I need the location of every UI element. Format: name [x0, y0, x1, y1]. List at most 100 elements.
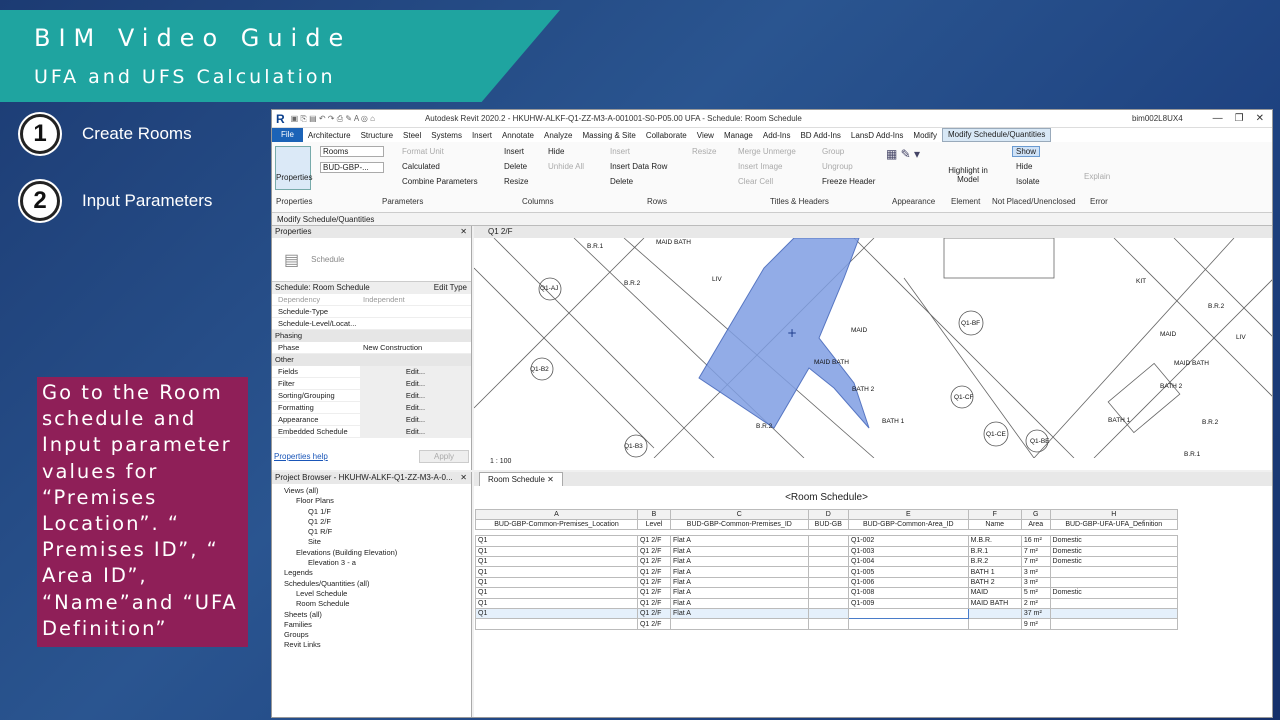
phasing-group[interactable]: Phasing	[272, 330, 471, 342]
table-cell[interactable]: Q1 2/F	[636, 556, 672, 568]
table-cell[interactable]: Flat A	[670, 597, 809, 610]
table-row[interactable]: Q1 Q1 2/F Flat A Q1-009 MAID BATH 2 m²	[475, 597, 1179, 610]
merge-button[interactable]: Merge Unmerge	[738, 147, 796, 156]
type-selector[interactable]: ▤ Schedule	[272, 238, 471, 282]
schedule-tab[interactable]: Room Schedule ✕	[479, 472, 563, 486]
column-header[interactable]: Area	[1020, 518, 1051, 531]
ungroup-button[interactable]: Ungroup	[822, 162, 853, 171]
group-button[interactable]: Group	[822, 147, 844, 156]
user-name[interactable]: bim002L8UX4	[1132, 114, 1183, 123]
edit-button[interactable]: Edit...	[360, 366, 471, 377]
unhide-all-button[interactable]: Unhide All	[548, 162, 584, 171]
table-cell[interactable]: Q1	[475, 535, 638, 547]
property-value[interactable]	[360, 318, 471, 329]
table-cell[interactable]: MAID	[967, 587, 1022, 599]
insert-data-row-button[interactable]: Insert Data Row	[610, 162, 667, 171]
browser-item[interactable]: Schedules/Quantities (all)	[272, 579, 471, 589]
table-cell[interactable]: Flat A	[670, 556, 809, 568]
column-header[interactable]: BUD-GBP-Common-Premises_ID	[670, 518, 809, 531]
insert-row-button[interactable]: Insert	[610, 147, 630, 156]
table-cell[interactable]	[807, 535, 849, 547]
insert-image-button[interactable]: Insert Image	[738, 162, 782, 171]
ribbon-tab[interactable]: Steel	[398, 131, 426, 140]
resize-row-button[interactable]: Resize	[692, 147, 716, 156]
parameter-select[interactable]: BUD-GBP-...	[320, 162, 384, 173]
browser-item[interactable]: Q1 2/F	[272, 517, 471, 527]
table-cell[interactable]	[967, 607, 1022, 620]
table-cell[interactable]: Q1	[475, 607, 638, 620]
table-cell[interactable]	[670, 618, 809, 630]
format-unit-button[interactable]: Format Unit	[402, 147, 444, 156]
explain-button[interactable]: Explain	[1084, 172, 1110, 181]
table-cell[interactable]	[847, 607, 969, 620]
table-cell[interactable]	[1049, 576, 1179, 589]
table-cell[interactable]: BATH 2	[967, 576, 1022, 589]
edit-type-button[interactable]: Edit Type	[434, 282, 467, 294]
ribbon-tab[interactable]: Manage	[719, 131, 758, 140]
ribbon-tab[interactable]: File	[272, 128, 303, 142]
table-cell[interactable]: Flat A	[670, 535, 809, 547]
browser-item[interactable]: Level Schedule	[272, 589, 471, 599]
ribbon-tab[interactable]: Modify	[908, 131, 942, 140]
room-schedule-table[interactable]: <Room Schedule> ABCDEFGH BUD-GBP-Common-…	[475, 487, 1179, 630]
table-cell[interactable]: Domestic	[1049, 556, 1179, 568]
table-cell[interactable]: Flat A	[670, 545, 809, 558]
table-cell[interactable]: Q1 2/F	[636, 597, 672, 610]
edit-button[interactable]: Edit...	[360, 426, 471, 437]
browser-item[interactable]: Q1 R/F	[272, 527, 471, 537]
table-cell[interactable]	[807, 597, 849, 610]
column-header[interactable]: BUD-GBP-UFA-UFA_Definition	[1049, 518, 1179, 531]
table-cell[interactable]: Q1	[475, 587, 638, 599]
column-letter[interactable]: H	[1049, 508, 1179, 520]
highlight-in-model-button[interactable]: Highlight in Model	[948, 166, 988, 184]
edit-button[interactable]: Edit...	[360, 402, 471, 413]
column-letter[interactable]: D	[807, 508, 849, 520]
table-cell[interactable]: Q1-005	[847, 566, 969, 578]
properties-help-link[interactable]: Properties help	[274, 452, 328, 461]
table-cell[interactable]: 7 m²	[1020, 545, 1051, 558]
table-cell[interactable]: 16 m²	[1020, 535, 1051, 547]
table-cell[interactable]: Q1	[475, 566, 638, 578]
table-cell[interactable]: Q1	[475, 545, 638, 558]
table-cell[interactable]	[807, 576, 849, 589]
ribbon-tab[interactable]: Insert	[467, 131, 497, 140]
clear-cell-button[interactable]: Clear Cell	[738, 177, 773, 186]
table-cell[interactable]: MAID BATH	[967, 597, 1022, 610]
table-cell[interactable]	[1049, 597, 1179, 610]
table-cell[interactable]: 2 m²	[1020, 597, 1051, 610]
table-cell[interactable]: Q1-002	[847, 535, 969, 547]
show-button[interactable]: Show	[1012, 146, 1041, 157]
table-cell[interactable]: Q1 2/F	[636, 618, 672, 630]
quick-access-toolbar[interactable]: ▣ ⎘ ▤ ↶ ↷ ⎙ ✎ A ◎ ⌂	[291, 114, 375, 124]
edit-button[interactable]: Edit...	[360, 390, 471, 401]
close-icon[interactable]: ✕	[460, 472, 467, 484]
column-header[interactable]: Level	[636, 518, 672, 531]
view-scale[interactable]: 1 : 100	[490, 458, 511, 465]
table-row[interactable]: Q1 Q1 2/F Flat A Q1-005 BATH 13 m²	[475, 566, 1179, 578]
column-letter[interactable]: G	[1020, 508, 1051, 520]
freeze-header-button[interactable]: Freeze Header	[822, 177, 875, 186]
table-row[interactable]: Q1 Q1 2/F Flat A 37 m²	[475, 607, 1179, 620]
table-cell[interactable]: Q1 2/F	[636, 535, 672, 547]
table-cell[interactable]	[1049, 566, 1179, 578]
ribbon-tab[interactable]: Architecture	[303, 131, 356, 140]
delete-row-button[interactable]: Delete	[610, 177, 633, 186]
hide-button[interactable]: Hide	[1016, 162, 1032, 171]
column-letter[interactable]: A	[475, 508, 638, 520]
ribbon-tab[interactable]: Analyze	[539, 131, 577, 140]
table-cell[interactable]: Domestic	[1049, 545, 1179, 558]
hide-column-button[interactable]: Hide	[548, 147, 564, 156]
appearance-icons[interactable]: ▦ ✎ ▾	[886, 147, 920, 161]
table-cell[interactable]: Domestic	[1049, 587, 1179, 599]
column-letter[interactable]: F	[967, 508, 1022, 520]
table-row[interactable]: Q1 Q1 2/F Flat A Q1-003 B.R.1 7 m² Domestic	[475, 545, 1179, 558]
browser-item[interactable]: Site	[272, 537, 471, 547]
table-cell[interactable]: B.R.1	[967, 545, 1022, 558]
table-cell[interactable]: Q1 2/F	[636, 607, 672, 620]
apply-button[interactable]: Apply	[418, 450, 469, 463]
ribbon-tab[interactable]: BD Add-Ins	[795, 131, 845, 140]
table-row[interactable]: Q1 Q1 2/F Flat A Q1-004 B.R.2 7 m² Domestic	[475, 556, 1179, 568]
close-icon[interactable]: ✕	[1256, 113, 1264, 124]
table-cell[interactable]: Q1-003	[847, 545, 969, 558]
column-letter[interactable]: B	[636, 508, 672, 520]
